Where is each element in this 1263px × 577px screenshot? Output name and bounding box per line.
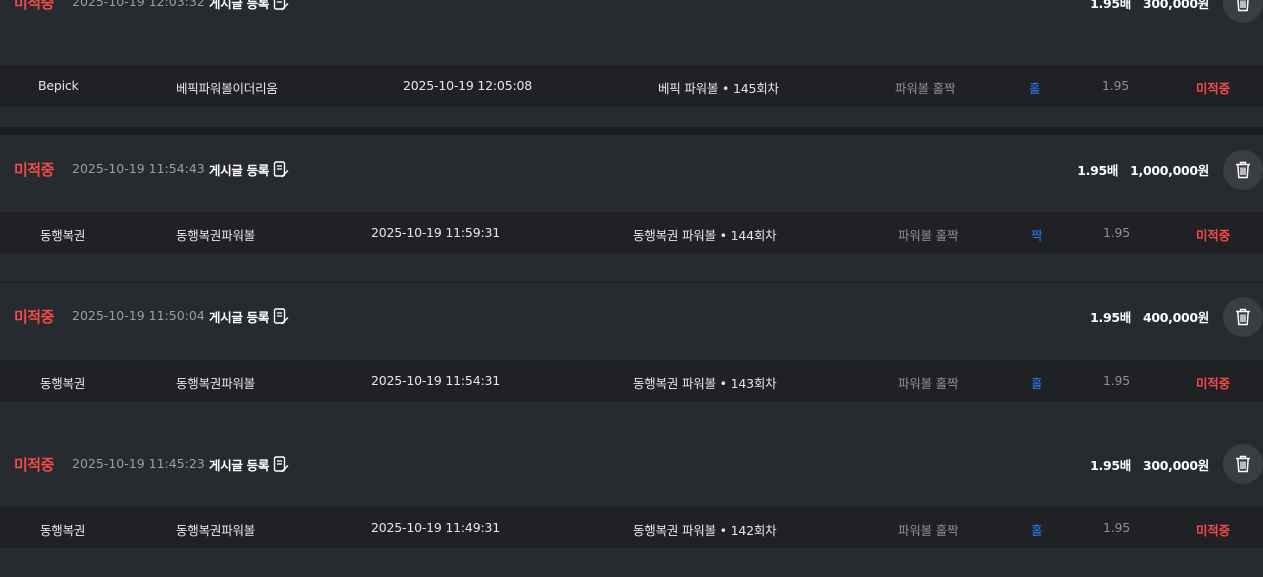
bet-status: 미적중 <box>14 161 54 179</box>
post-register-button[interactable]: 게시글 등록 <box>209 455 289 474</box>
bet-status: 미적중 <box>14 308 54 326</box>
trash-icon <box>1236 161 1250 179</box>
site-name: Bepick <box>38 78 79 93</box>
bet-detail-row: 동행복권 동행복권파워볼 2025-10-19 11:49:31 동행복권 파워… <box>0 507 1263 548</box>
bet-pick: 홀 <box>1031 376 1043 391</box>
game-time: 2025-10-19 11:54:31 <box>371 373 500 388</box>
odds-amount: 1.95배 1,000,000원 <box>1077 160 1209 179</box>
bet-type: 파워볼 홀짝 <box>895 81 956 96</box>
bet-result: 미적중 <box>1196 523 1230 538</box>
bet-card: 미적중 2025-10-19 11:54:43 게시글 등록 1.95배 1,00… <box>0 135 1263 282</box>
game-name: 베픽파워볼이더리움 <box>176 81 278 96</box>
bet-time: 2025-10-19 11:54:43 <box>72 161 205 176</box>
bet-amount: 300,000원 <box>1142 458 1209 473</box>
pick-odd: 1.95 <box>1102 78 1130 93</box>
delete-button[interactable] <box>1223 150 1263 190</box>
bet-type: 파워볼 홀짝 <box>898 523 959 538</box>
post-register-label: 게시글 등록 <box>209 458 270 473</box>
post-register-button[interactable]: 게시글 등록 <box>209 0 289 12</box>
game-name: 동행복권파워볼 <box>176 228 256 243</box>
pick-odd: 1.95 <box>1103 225 1131 240</box>
post-register-button[interactable]: 게시글 등록 <box>209 307 289 326</box>
game-name: 동행복권파워볼 <box>176 376 256 391</box>
pick-odd: 1.95 <box>1103 520 1131 535</box>
bet-amount: 1,000,000원 <box>1130 163 1209 178</box>
bet-type: 파워볼 홀짝 <box>898 376 959 391</box>
bet-card: 미적중 2025-10-19 11:50:04 게시글 등록 1.95배 400,… <box>0 283 1263 430</box>
bet-pick: 홀 <box>1031 523 1043 538</box>
edit-note-icon <box>273 456 289 473</box>
bet-time: 2025-10-19 11:45:23 <box>72 456 205 471</box>
post-register-label: 게시글 등록 <box>209 310 270 325</box>
trash-icon <box>1236 455 1250 473</box>
game-round: 동행복권 파워볼 • 142회차 <box>633 523 777 538</box>
game-time: 2025-10-19 12:05:08 <box>403 78 532 93</box>
odds-amount: 1.95배 400,000원 <box>1090 307 1209 326</box>
odds-amount: 1.95배 300,000원 <box>1090 455 1209 474</box>
odds-amount: 1.95배 300,000원 <box>1090 0 1209 12</box>
bet-detail-row: Bepick 베픽파워볼이더리움 2025-10-19 12:05:08 베픽 … <box>0 65 1263 107</box>
bet-time: 2025-10-19 12:03:32 <box>72 0 205 9</box>
bet-status: 미적중 <box>14 456 54 474</box>
edit-note-icon <box>273 308 289 325</box>
game-name: 동행복권파워볼 <box>176 523 256 538</box>
bet-detail-row: 동행복권 동행복권파워볼 2025-10-19 11:54:31 동행복권 파워… <box>0 360 1263 401</box>
bet-card-header: 미적중 2025-10-19 11:45:23 게시글 등록 1.95배 300,… <box>0 430 1263 495</box>
bet-pick: 짝 <box>1031 228 1043 243</box>
bet-amount: 400,000원 <box>1142 310 1209 325</box>
bet-card-header: 미적중 2025-10-19 11:54:43 게시글 등록 1.95배 1,00… <box>0 135 1263 200</box>
bet-odds: 1.95배 <box>1090 0 1131 11</box>
bet-amount: 300,000원 <box>1142 0 1209 11</box>
trash-icon <box>1237 0 1249 12</box>
bet-detail-row: 동행복권 동행복권파워볼 2025-10-19 11:59:31 동행복권 파워… <box>0 212 1263 253</box>
delete-button[interactable] <box>1223 297 1263 337</box>
bet-result: 미적중 <box>1196 228 1230 243</box>
game-time: 2025-10-19 11:59:31 <box>371 225 500 240</box>
bet-result: 미적중 <box>1196 376 1230 391</box>
site-name: 동행복권 <box>40 523 86 538</box>
edit-note-icon <box>273 161 289 178</box>
bet-pick: 홀 <box>1029 81 1041 96</box>
game-round: 동행복권 파워볼 • 143회차 <box>633 376 777 391</box>
bet-time: 2025-10-19 11:50:04 <box>72 308 205 323</box>
bet-card-header: 미적중 2025-10-19 11:50:04 게시글 등록 1.95배 400,… <box>0 283 1263 348</box>
post-register-button[interactable]: 게시글 등록 <box>209 160 289 179</box>
bet-card: 미적중 2025-10-19 11:45:23 게시글 등록 1.95배 300,… <box>0 430 1263 577</box>
post-register-label: 게시글 등록 <box>209 0 270 11</box>
delete-button[interactable] <box>1223 444 1263 484</box>
site-name: 동행복권 <box>40 228 86 243</box>
site-name: 동행복권 <box>40 376 86 391</box>
bet-odds: 1.95배 <box>1077 163 1119 178</box>
bet-odds: 1.95배 <box>1090 458 1131 473</box>
game-round: 동행복권 파워볼 • 144회차 <box>633 228 777 243</box>
post-register-label: 게시글 등록 <box>209 163 270 178</box>
bet-odds: 1.95배 <box>1090 310 1131 325</box>
edit-note-icon <box>273 0 289 11</box>
bet-result: 미적중 <box>1196 81 1230 96</box>
trash-icon <box>1236 308 1250 326</box>
pick-odd: 1.95 <box>1103 373 1131 388</box>
bet-status: 미적중 <box>14 0 54 12</box>
bet-card-header: 미적중 2025-10-19 12:03:32 게시글 등록 1.95배 300,… <box>0 0 1263 45</box>
game-time: 2025-10-19 11:49:31 <box>371 520 500 535</box>
bet-type: 파워볼 홀짝 <box>898 228 959 243</box>
game-round: 베픽 파워볼 • 145회차 <box>658 81 779 96</box>
bet-card: 미적중 2025-10-19 12:03:32 게시글 등록 1.95배 300,… <box>0 0 1263 127</box>
delete-button[interactable] <box>1223 0 1263 23</box>
